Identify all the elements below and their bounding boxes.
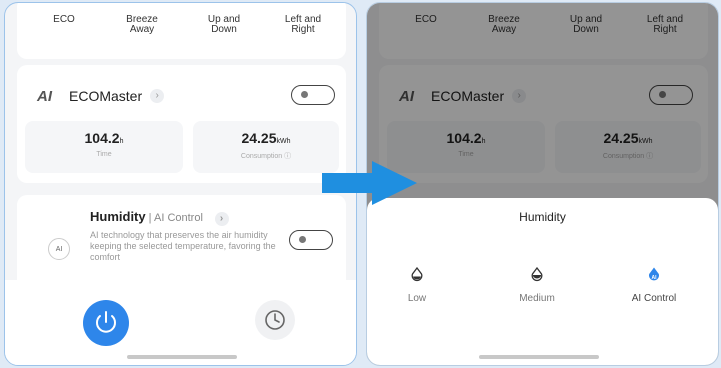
transition-arrow-icon xyxy=(322,161,417,205)
option-label: Medium xyxy=(519,293,555,304)
time-unit: h xyxy=(119,138,124,145)
phone-screen-before: ECO Breeze Away Up and Down Left and Rig… xyxy=(4,2,357,366)
humidity-option-ai-control[interactable]: AI AI Control xyxy=(614,267,694,304)
humidity-title-text: Humidity xyxy=(90,209,146,224)
svg-text:AI: AI xyxy=(652,275,658,281)
home-indicator[interactable] xyxy=(479,355,599,359)
consumption-stat: 24.25kWh Consumption ⓘ xyxy=(193,121,339,173)
humidity-sheet: Humidity Low Medium AI AI Control xyxy=(367,198,718,365)
phone-screen-after: ECO Breeze Away Up and Down Left and Rig… xyxy=(366,2,719,366)
humidity-subtitle: AI Control xyxy=(154,212,203,224)
mode-up-and-down[interactable]: Up and Down xyxy=(189,15,259,35)
humidity-option-low[interactable]: Low xyxy=(377,267,457,304)
time-value: 104.2 xyxy=(84,130,120,146)
mode-left-and-right[interactable]: Left and Right xyxy=(268,15,338,35)
clock-icon xyxy=(265,310,285,330)
drop-low-icon xyxy=(411,267,423,282)
ecomaster-header[interactable]: AI ECOMaster › xyxy=(37,86,165,106)
power-button[interactable] xyxy=(83,300,129,346)
schedule-button[interactable] xyxy=(255,300,295,340)
bottom-bar xyxy=(5,280,356,365)
ai-logo-icon: AI xyxy=(37,87,52,105)
humidity-ai-icon: AI xyxy=(48,238,70,260)
time-label: Time xyxy=(96,151,112,158)
humidity-title: Humidity | AI Control › xyxy=(90,209,229,226)
sheet-title: Humidity xyxy=(519,210,566,224)
option-label: Low xyxy=(407,293,427,304)
drop-medium-icon xyxy=(531,267,543,282)
ecomaster-toggle[interactable] xyxy=(291,85,335,105)
ecomaster-title: ECOMaster xyxy=(69,88,143,104)
humidity-description: AI technology that preserves the air hum… xyxy=(90,230,276,262)
home-indicator[interactable] xyxy=(127,355,237,359)
consumption-unit: kWh xyxy=(276,138,291,145)
chevron-right-icon: › xyxy=(150,89,165,103)
humidity-toggle[interactable] xyxy=(289,230,333,250)
mode-breeze-away[interactable]: Breeze Away xyxy=(107,15,177,35)
ecomaster-card: AI ECOMaster › 104.2h Time 24.25kWh Cons… xyxy=(17,65,346,183)
mode-selector-card: ECO Breeze Away Up and Down Left and Rig… xyxy=(17,3,346,59)
option-label: AI Control xyxy=(631,293,677,304)
mode-eco[interactable]: ECO xyxy=(29,15,99,25)
consumption-label: Consumption ⓘ xyxy=(240,153,292,160)
humidity-separator: | xyxy=(145,212,154,224)
humidity-option-medium[interactable]: Medium xyxy=(497,267,577,304)
chevron-right-icon: › xyxy=(214,212,229,226)
consumption-value: 24.25 xyxy=(241,130,277,146)
drop-ai-icon: AI xyxy=(649,267,659,281)
power-icon xyxy=(96,311,116,333)
time-stat: 104.2h Time xyxy=(25,121,183,173)
